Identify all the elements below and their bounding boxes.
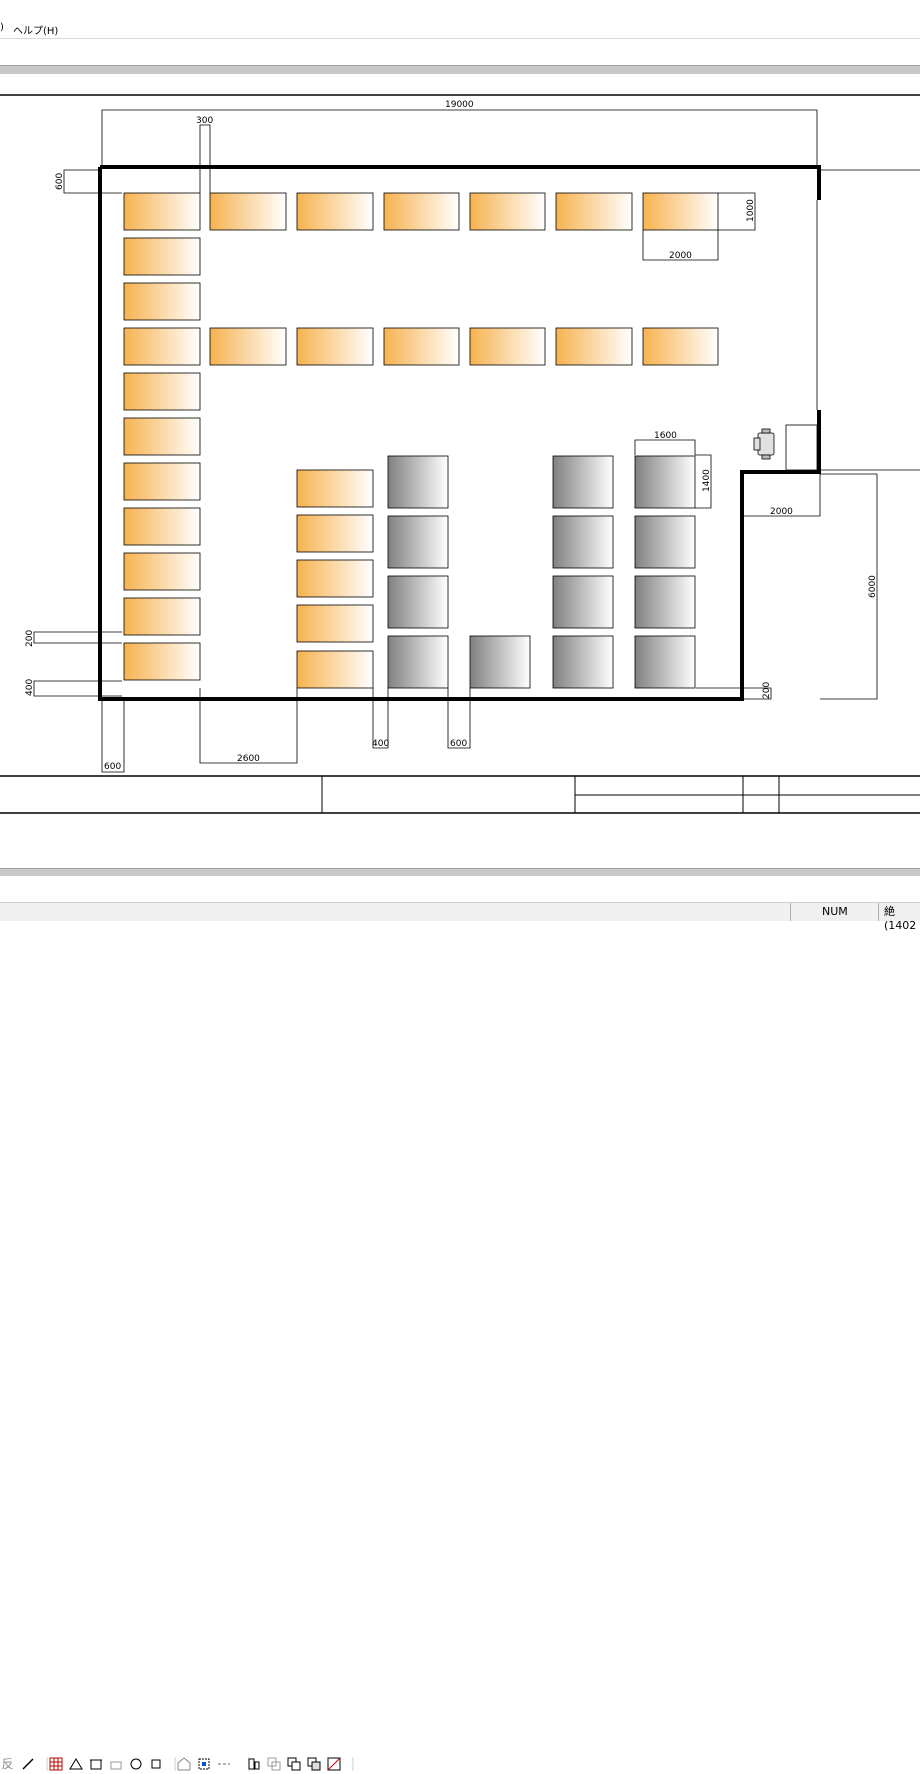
table bbox=[387, 515, 449, 569]
desk bbox=[296, 514, 374, 553]
dim-2000-top: 2000 bbox=[669, 251, 692, 261]
desk bbox=[296, 327, 374, 366]
line-tool-icon[interactable] bbox=[20, 1757, 35, 1771]
menu-item-partial[interactable]: ) bbox=[0, 22, 4, 33]
table bbox=[634, 575, 696, 629]
desk bbox=[469, 327, 546, 366]
wall-outline bbox=[98, 167, 821, 701]
drawing-canvas[interactable]: 19000 300 600 1000 2000 1600 1400 2000 6… bbox=[0, 74, 920, 870]
desk bbox=[123, 192, 201, 231]
desk bbox=[469, 192, 546, 231]
desk bbox=[123, 642, 201, 681]
dim-total-width: 19000 bbox=[445, 100, 474, 110]
table bbox=[552, 515, 614, 569]
select-area-icon[interactable] bbox=[196, 1757, 211, 1771]
table bbox=[552, 455, 614, 509]
dim-6000: 6000 bbox=[868, 575, 878, 598]
seat-tool-icon[interactable] bbox=[148, 1757, 163, 1771]
triangle-tool-icon[interactable] bbox=[68, 1757, 83, 1771]
dim-1000: 1000 bbox=[746, 199, 756, 222]
dashed-line-icon[interactable] bbox=[216, 1757, 231, 1771]
dim-600-bottom: 600 bbox=[104, 762, 121, 772]
auto-tool-icon[interactable] bbox=[108, 1757, 123, 1771]
table-group-grey bbox=[387, 455, 696, 689]
dim-2000-mid: 2000 bbox=[770, 507, 793, 517]
top-toolbar: 設 設 bbox=[0, 39, 920, 101]
table bbox=[469, 635, 531, 689]
dim-400-left: 400 bbox=[25, 679, 35, 696]
table bbox=[387, 635, 449, 689]
dim-2600: 2600 bbox=[237, 754, 260, 764]
copy-layer-icon[interactable] bbox=[266, 1757, 281, 1771]
desk bbox=[209, 192, 287, 231]
desk bbox=[296, 469, 374, 508]
floor-plan[interactable]: 19000 300 600 1000 2000 1600 1400 2000 6… bbox=[0, 74, 920, 870]
desk bbox=[209, 327, 287, 366]
menu-bar: ) ヘルプ(H) bbox=[0, 0, 920, 39]
separator bbox=[346, 1757, 361, 1771]
table bbox=[552, 635, 614, 689]
toolbar-divider-strip bbox=[0, 65, 920, 74]
desk bbox=[123, 327, 201, 366]
table-tool-icon[interactable] bbox=[48, 1757, 63, 1771]
table bbox=[387, 455, 449, 509]
desk bbox=[555, 192, 633, 231]
status-bar: NUM 絶(1402 bbox=[0, 902, 920, 932]
num-lock-indicator: NUM bbox=[822, 905, 848, 918]
dim-1600: 1600 bbox=[654, 431, 677, 441]
desk bbox=[123, 552, 201, 591]
house-tool-icon[interactable] bbox=[176, 1757, 191, 1771]
group-icon[interactable] bbox=[286, 1757, 301, 1771]
dim-600-top: 600 bbox=[55, 173, 65, 190]
desk bbox=[642, 192, 719, 231]
table bbox=[387, 575, 449, 629]
layout-tool-icon[interactable] bbox=[246, 1757, 261, 1771]
desk bbox=[123, 282, 201, 321]
desk bbox=[296, 192, 374, 231]
table bbox=[634, 515, 696, 569]
dim-600-bottom2: 600 bbox=[450, 739, 467, 749]
number-tool-icon[interactable] bbox=[128, 1757, 143, 1771]
desk bbox=[123, 417, 201, 456]
table bbox=[552, 575, 614, 629]
bottom-toolbar: 反 bbox=[0, 876, 920, 1771]
desk bbox=[123, 507, 201, 546]
coordinate-readout: 絶(1402 bbox=[884, 905, 917, 932]
desk bbox=[296, 650, 374, 689]
dim-300: 300 bbox=[196, 116, 213, 126]
desk bbox=[123, 237, 201, 276]
table bbox=[634, 455, 696, 509]
desk bbox=[296, 559, 374, 598]
frame-tool-icon[interactable] bbox=[88, 1757, 103, 1771]
dim-400-bottom: 400 bbox=[372, 739, 389, 749]
dim-200-left: 200 bbox=[25, 630, 35, 647]
desk bbox=[123, 462, 201, 501]
desk bbox=[123, 372, 201, 411]
desk bbox=[642, 327, 719, 366]
reverse-label[interactable]: 反 bbox=[0, 1757, 15, 1771]
dim-200-right: 200 bbox=[762, 682, 772, 699]
menu-item-help[interactable]: ヘルプ(H) bbox=[13, 22, 58, 37]
desk bbox=[296, 604, 374, 643]
dim-1400: 1400 bbox=[702, 469, 712, 492]
desk bbox=[383, 327, 460, 366]
chair-icon bbox=[753, 428, 775, 460]
delete-frame-icon[interactable] bbox=[326, 1757, 341, 1771]
desk bbox=[383, 192, 460, 231]
desk bbox=[555, 327, 633, 366]
table bbox=[634, 635, 696, 689]
desk bbox=[123, 597, 201, 636]
ungroup-icon[interactable] bbox=[306, 1757, 321, 1771]
